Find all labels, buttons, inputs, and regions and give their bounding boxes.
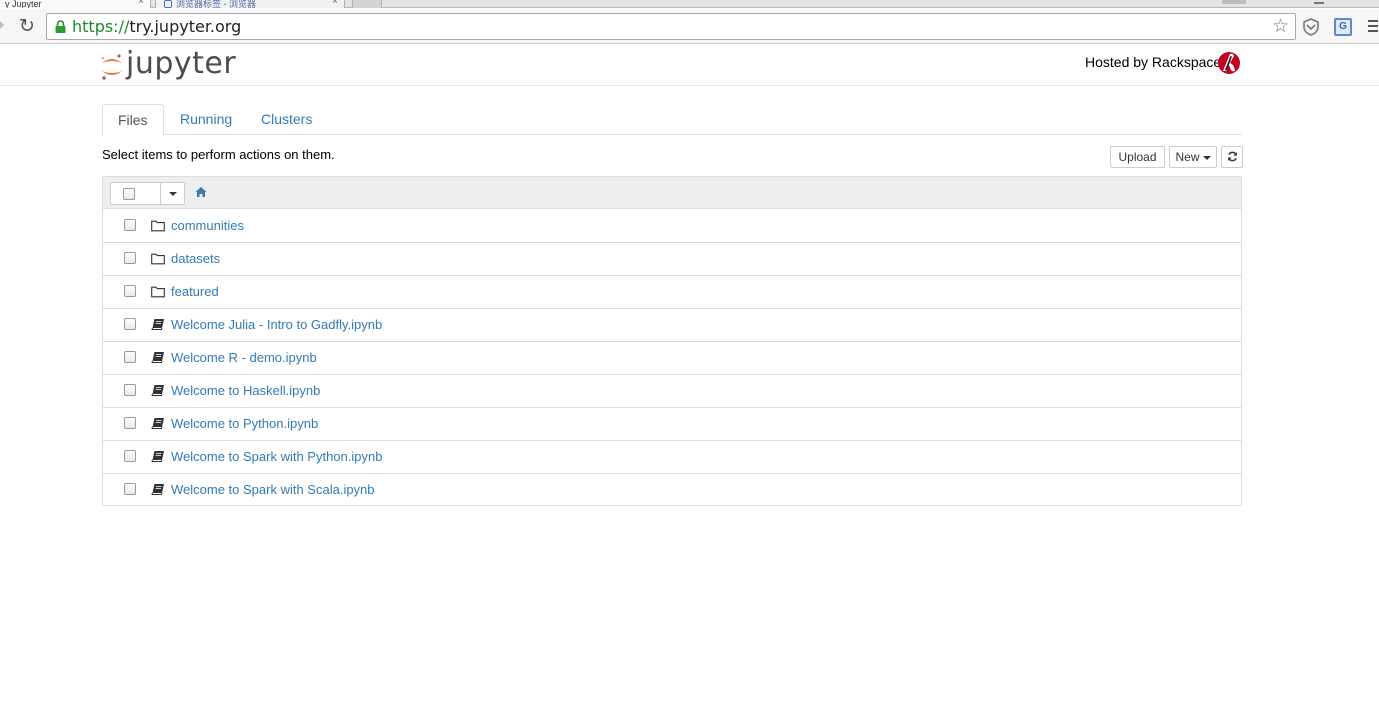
row-checkbox[interactable] bbox=[124, 450, 136, 462]
selection-hint: Select items to perform actions on them. bbox=[102, 147, 335, 162]
select-all-checkbox[interactable] bbox=[123, 188, 135, 200]
notebook-icon bbox=[151, 385, 164, 396]
jupyter-header: jupyter Hosted by Rackspace bbox=[0, 45, 1379, 86]
file-link[interactable]: Welcome Julia - Intro to Gadfly.ipynb bbox=[171, 317, 382, 333]
tab-files[interactable]: Files bbox=[102, 104, 164, 136]
row-checkbox[interactable] bbox=[124, 384, 136, 396]
upload-button[interactable]: Upload bbox=[1110, 146, 1165, 168]
bookmark-star-icon[interactable]: ☆ bbox=[1272, 16, 1289, 38]
browser-toolbar: ↻ https://try.jupyter.org ☆ G bbox=[0, 9, 1379, 44]
shield-extension-icon[interactable] bbox=[1302, 18, 1320, 36]
notebook-icon bbox=[151, 352, 164, 363]
hosted-by-text: Hosted by Rackspace bbox=[1085, 54, 1222, 70]
reload-icon[interactable]: ↻ bbox=[17, 17, 37, 37]
notebook-icon bbox=[151, 484, 164, 495]
new-button-label: New bbox=[1175, 150, 1200, 164]
browser-tab-jupyter[interactable]: y Jupyter × bbox=[0, 0, 151, 8]
refresh-icon bbox=[1227, 151, 1237, 162]
hosted-by: Hosted by Rackspace bbox=[1085, 52, 1240, 76]
rackspace-logo-icon[interactable] bbox=[1217, 51, 1241, 75]
jupyter-logo-icon bbox=[102, 54, 122, 80]
browser-tabstrip: y Jupyter × 浏览器标签 - 浏览器 × bbox=[0, 0, 1379, 8]
notebook-icon bbox=[151, 319, 164, 330]
divider bbox=[160, 183, 161, 204]
file-row[interactable]: communities bbox=[103, 210, 1241, 243]
file-link[interactable]: Welcome to Spark with Scala.ipynb bbox=[171, 482, 375, 498]
row-checkbox[interactable] bbox=[124, 285, 136, 297]
caret-down-icon[interactable] bbox=[169, 192, 177, 196]
file-row[interactable]: Welcome to Haskell.ipynb bbox=[103, 375, 1241, 408]
new-dropdown-button[interactable]: New bbox=[1169, 146, 1217, 168]
tab-favicon-icon bbox=[164, 0, 172, 8]
file-row[interactable]: featured bbox=[103, 276, 1241, 309]
file-row[interactable]: Welcome to Python.ipynb bbox=[103, 408, 1241, 441]
file-link[interactable]: Welcome to Python.ipynb bbox=[171, 416, 318, 432]
row-checkbox[interactable] bbox=[124, 318, 136, 330]
file-link[interactable]: Welcome to Spark with Python.ipynb bbox=[171, 449, 382, 465]
file-link[interactable]: communities bbox=[171, 218, 244, 234]
browser-tab-label: 浏览器标签 - 浏览器 bbox=[176, 0, 256, 8]
row-checkbox[interactable] bbox=[124, 417, 136, 429]
row-checkbox[interactable] bbox=[124, 351, 136, 363]
main-tabs: Files Running Clusters bbox=[102, 104, 1242, 136]
jupyter-wordmark: jupyter bbox=[126, 46, 237, 81]
caret-down-icon bbox=[1202, 155, 1211, 160]
folder-icon bbox=[151, 220, 165, 232]
file-list: communities datasets featured Welcome Julia… bbox=[102, 176, 1242, 506]
tab-running[interactable]: Running bbox=[165, 104, 247, 135]
hamburger-menu-icon[interactable] bbox=[1368, 20, 1378, 34]
close-tab-icon[interactable]: × bbox=[138, 0, 144, 7]
address-bar[interactable]: https://try.jupyter.org ☆ bbox=[46, 13, 1296, 40]
file-row[interactable]: Welcome R - demo.ipynb bbox=[103, 342, 1241, 375]
close-tab-icon[interactable]: × bbox=[332, 0, 338, 7]
row-checkbox[interactable] bbox=[124, 483, 136, 495]
folder-icon bbox=[151, 253, 165, 265]
file-link[interactable]: Welcome to Haskell.ipynb bbox=[171, 383, 320, 399]
refresh-button[interactable] bbox=[1221, 146, 1243, 168]
file-list-header bbox=[103, 177, 1241, 209]
file-link[interactable]: Welcome R - demo.ipynb bbox=[171, 350, 317, 366]
folder-icon bbox=[151, 286, 165, 298]
file-row[interactable]: datasets bbox=[103, 243, 1241, 276]
minimize-icon[interactable] bbox=[1314, 2, 1324, 4]
new-tab-button[interactable] bbox=[352, 0, 382, 8]
tab-clusters[interactable]: Clusters bbox=[246, 104, 327, 135]
home-icon[interactable] bbox=[195, 186, 207, 198]
browser-tab-label: y Jupyter bbox=[5, 0, 42, 8]
file-link[interactable]: datasets bbox=[171, 251, 220, 267]
select-all-dropdown[interactable] bbox=[110, 182, 185, 205]
file-row[interactable]: Welcome to Spark with Python.ipynb bbox=[103, 441, 1241, 474]
extension-icon[interactable]: G bbox=[1334, 18, 1352, 36]
notebook-icon bbox=[151, 451, 164, 462]
notebook-icon bbox=[151, 418, 164, 429]
browser-tab-other[interactable]: 浏览器标签 - 浏览器 × bbox=[155, 0, 345, 8]
row-checkbox[interactable] bbox=[124, 219, 136, 231]
back-arrow-icon[interactable] bbox=[0, 19, 4, 31]
url-scheme: https:// bbox=[72, 17, 130, 36]
window-control[interactable] bbox=[1222, 0, 1246, 4]
file-row[interactable]: Welcome to Spark with Scala.ipynb bbox=[103, 474, 1241, 507]
url-host: try.jupyter.org bbox=[129, 17, 242, 36]
row-checkbox[interactable] bbox=[124, 252, 136, 264]
file-row[interactable]: Welcome Julia - Intro to Gadfly.ipynb bbox=[103, 309, 1241, 342]
lock-icon bbox=[55, 20, 66, 33]
address-url: https://try.jupyter.org bbox=[72, 18, 241, 36]
file-link[interactable]: featured bbox=[171, 284, 219, 300]
